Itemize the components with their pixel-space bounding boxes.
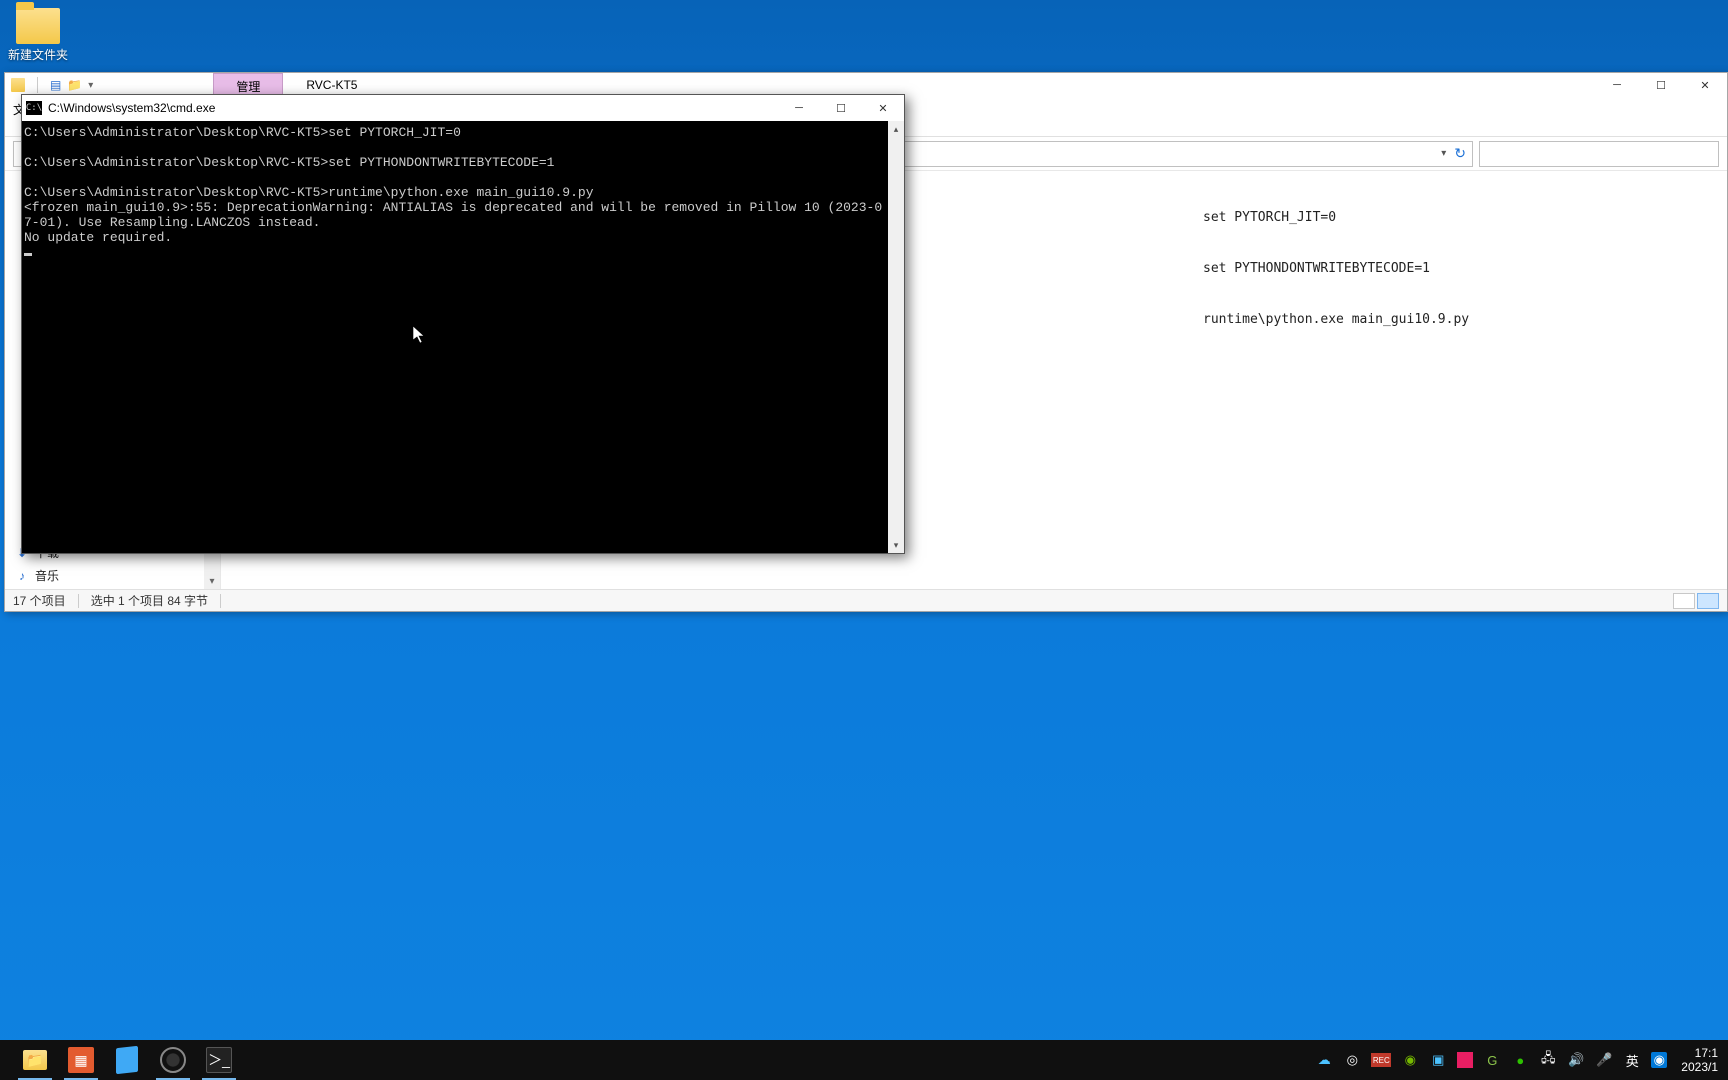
taskbar-app-cmd[interactable]: ＞_ xyxy=(196,1040,242,1080)
cmd-titlebar[interactable]: C:\ C:\Windows\system32\cmd.exe ─ ☐ ✕ xyxy=(22,95,904,121)
system-tray: ☁ ◎ REC ◉ ▣ G ● 🖧 🔊 🎤 英 ◉ 17:1 2023/1 xyxy=(1315,1046,1728,1074)
divider xyxy=(78,594,79,608)
music-icon: ♪ xyxy=(15,569,29,583)
view-large-button[interactable] xyxy=(1697,593,1719,609)
status-item-count: 17 个项目 xyxy=(13,592,66,609)
folder-icon xyxy=(16,8,60,44)
taskbar-app-orange[interactable]: ▦ xyxy=(58,1040,104,1080)
tray-cloud-icon[interactable]: ☁ xyxy=(1315,1051,1333,1069)
app-icon: ▦ xyxy=(68,1047,94,1073)
terminal-cursor xyxy=(24,253,32,256)
scroll-down-icon[interactable]: ▾ xyxy=(888,537,904,553)
sidebar-item-label: 音乐 xyxy=(35,567,59,584)
maximize-button[interactable]: ☐ xyxy=(1639,73,1683,97)
obs-icon xyxy=(160,1047,186,1073)
cmd-title: C:\Windows\system32\cmd.exe xyxy=(48,101,215,115)
tray-volume-icon[interactable]: 🔊 xyxy=(1567,1051,1585,1069)
terminal-line: <frozen main_gui10.9>:55: DeprecationWar… xyxy=(24,200,882,230)
terminal-icon: ＞_ xyxy=(206,1047,232,1073)
maximize-button[interactable]: ☐ xyxy=(820,95,862,121)
tray-network-icon[interactable]: 🖧 xyxy=(1539,1051,1557,1069)
terminal-line: No update required. xyxy=(24,230,172,245)
preview-line: set PYTHONDONTWRITEBYTECODE=1 xyxy=(1203,260,1723,277)
sidebar-item-music[interactable]: ♪ 音乐 xyxy=(11,564,214,587)
quickaccess-folder-icon[interactable]: 📁 xyxy=(67,78,82,92)
taskbar-clock[interactable]: 17:1 2023/1 xyxy=(1677,1046,1722,1074)
chevron-down-icon[interactable]: ▾ xyxy=(1441,148,1446,159)
tray-wechat-icon[interactable]: ● xyxy=(1511,1051,1529,1069)
cmd-scrollbar[interactable]: ▴ ▾ xyxy=(888,121,904,553)
divider xyxy=(220,594,221,608)
preview-line: set PYTORCH_JIT=0 xyxy=(1203,209,1723,226)
tray-nvidia-icon[interactable]: ◉ xyxy=(1401,1051,1419,1069)
preview-pane: set PYTORCH_JIT=0 set PYTHONDONTWRITEBYT… xyxy=(1203,175,1723,362)
taskbar-app-obs[interactable] xyxy=(150,1040,196,1080)
tray-app-icon[interactable]: REC xyxy=(1371,1053,1391,1067)
divider xyxy=(37,77,38,93)
tray-app-icon[interactable]: G xyxy=(1483,1051,1501,1069)
status-selected: 选中 1 个项目 84 字节 xyxy=(91,592,208,609)
minimize-button[interactable]: ─ xyxy=(1595,73,1639,97)
preview-line: runtime\python.exe main_gui10.9.py xyxy=(1203,311,1723,328)
scroll-track[interactable] xyxy=(888,137,904,537)
desktop-folder-label: 新建文件夹 xyxy=(4,46,72,63)
taskbar-app-notepad[interactable] xyxy=(104,1040,150,1080)
terminal-line: C:\Users\Administrator\Desktop\RVC-KT5>s… xyxy=(24,125,461,140)
refresh-icon[interactable]: ↻ xyxy=(1454,145,1466,162)
taskbar[interactable]: 📁 ▦ ＞_ ☁ ◎ REC ◉ ▣ G ● 🖧 🔊 🎤 英 ◉ 17:1 20… xyxy=(0,1040,1728,1080)
qat-dropdown-icon[interactable]: ▾ xyxy=(88,80,93,91)
cmd-icon: C:\ xyxy=(26,101,42,115)
minimize-button[interactable]: ─ xyxy=(778,95,820,121)
tray-mic-icon[interactable]: 🎤 xyxy=(1595,1051,1613,1069)
terminal-line: C:\Users\Administrator\Desktop\RVC-KT5>s… xyxy=(24,155,555,170)
cmd-window[interactable]: C:\ C:\Windows\system32\cmd.exe ─ ☐ ✕ C:… xyxy=(21,94,905,554)
tray-app-icon[interactable]: ▣ xyxy=(1429,1051,1447,1069)
tray-ime-label[interactable]: 英 xyxy=(1623,1051,1641,1069)
scroll-up-icon[interactable]: ▴ xyxy=(888,121,904,137)
clock-date: 2023/1 xyxy=(1681,1060,1718,1074)
close-button[interactable]: ✕ xyxy=(1683,73,1727,97)
clock-time: 17:1 xyxy=(1681,1046,1718,1060)
terminal-line: C:\Users\Administrator\Desktop\RVC-KT5>r… xyxy=(24,185,594,200)
start-button[interactable] xyxy=(0,1040,12,1080)
folder-icon: 📁 xyxy=(23,1050,47,1070)
close-button[interactable]: ✕ xyxy=(862,95,904,121)
view-details-button[interactable] xyxy=(1673,593,1695,609)
tray-app-icon[interactable]: ◉ xyxy=(1651,1052,1667,1068)
folder-icon xyxy=(11,78,25,92)
tray-obs-icon[interactable]: ◎ xyxy=(1343,1051,1361,1069)
search-input[interactable] xyxy=(1479,141,1719,167)
quickaccess-save-icon[interactable]: ▤ xyxy=(50,78,61,92)
terminal-output[interactable]: C:\Users\Administrator\Desktop\RVC-KT5>s… xyxy=(22,121,888,553)
desktop-folder[interactable]: 新建文件夹 xyxy=(4,8,72,63)
explorer-statusbar: 17 个项目 选中 1 个项目 84 字节 xyxy=(5,589,1727,611)
chevron-down-icon[interactable]: ▾ xyxy=(209,576,214,589)
tray-app-icon[interactable] xyxy=(1457,1052,1473,1068)
taskbar-explorer[interactable]: 📁 xyxy=(12,1040,58,1080)
notepad-icon xyxy=(116,1046,138,1074)
